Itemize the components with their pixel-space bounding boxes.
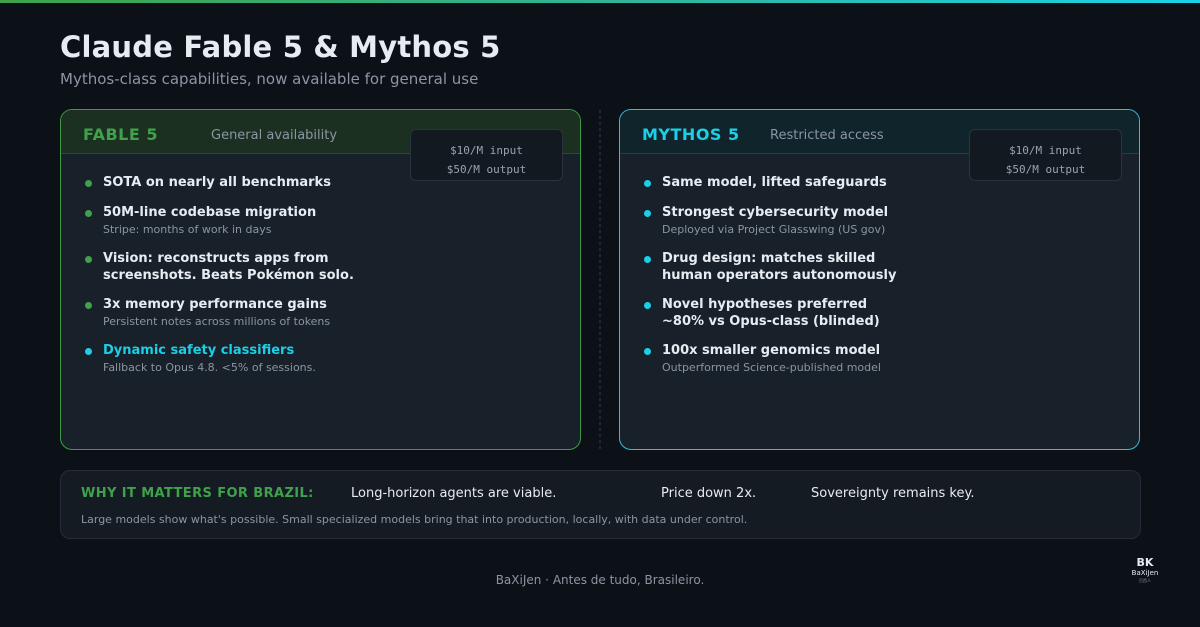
bullet-dot-icon <box>85 256 92 263</box>
mythos-card: MYTHOS 5 Restricted access $10/M input $… <box>619 109 1140 450</box>
slide: Claude Fable 5 & Mythos 5 Mythos-class c… <box>0 0 1200 627</box>
list-item: Same model, lifted safeguards <box>642 174 887 191</box>
page-title: Claude Fable 5 & Mythos 5 <box>60 30 501 64</box>
why-point: Long-horizon agents are viable. <box>351 486 557 501</box>
mythos-status: Restricted access <box>770 128 884 143</box>
fable-price-input: $10/M input <box>450 144 523 157</box>
why-it-matters-panel: WHY IT MATTERS FOR BRAZIL: Long-horizon … <box>60 470 1141 539</box>
logo-subtext: 巴西人 <box>1139 578 1151 583</box>
item-subtitle: Fallback to Opus 4.8. <5% of sessions. <box>103 361 316 374</box>
item-title: SOTA on nearly all benchmarks <box>103 175 331 190</box>
list-item: Drug design: matches skilled human opera… <box>642 250 896 284</box>
footer-tagline: BaXiJen · Antes de tudo, Brasileiro. <box>495 573 705 587</box>
fable-card: FABLE 5 General availability $10/M input… <box>60 109 581 450</box>
page-subtitle: Mythos-class capabilities, now available… <box>60 70 479 88</box>
fable-price-output: $50/M output <box>446 163 527 176</box>
fable-status: General availability <box>211 128 338 143</box>
item-title: Dynamic safety classifiers <box>103 343 295 358</box>
item-subtitle: Outperformed Science-published model <box>662 361 881 374</box>
bullet-dot-icon <box>644 180 651 187</box>
fable-name: FABLE 5 <box>83 125 158 144</box>
logo-mark: BK <box>1136 556 1154 569</box>
why-label: WHY IT MATTERS FOR BRAZIL: <box>81 486 314 501</box>
mythos-price-output: $50/M output <box>1005 163 1086 176</box>
bullet-dot-icon <box>644 348 651 355</box>
fable-price-box: $10/M input $50/M output <box>410 129 563 181</box>
bullet-dot-icon <box>85 348 92 355</box>
logo-name: BaXiJen <box>1131 569 1159 577</box>
baxijen-logo: BK BaXiJen 巴西人 <box>1126 556 1164 584</box>
why-point: Sovereignty remains key. <box>811 486 975 501</box>
item-title-line: Novel hypotheses preferred <box>662 297 868 312</box>
bullet-dot-icon <box>85 302 92 309</box>
why-description: Large models show what's possible. Small… <box>81 513 748 526</box>
item-subtitle: Deployed via Project Glasswing (US gov) <box>662 223 886 236</box>
item-subtitle: Persistent notes across millions of toke… <box>103 315 331 328</box>
bullet-dot-icon <box>85 180 92 187</box>
list-item: Strongest cybersecurity model Deployed v… <box>642 204 888 237</box>
mythos-price-box: $10/M input $50/M output <box>969 129 1122 181</box>
column-divider <box>599 110 601 450</box>
bullet-dot-icon <box>644 210 651 217</box>
item-title: Strongest cybersecurity model <box>662 205 889 220</box>
list-item: 3x memory performance gains Persistent n… <box>83 296 330 329</box>
item-title: 3x memory performance gains <box>103 297 327 312</box>
list-item: 50M-line codebase migration Stripe: mont… <box>83 204 316 237</box>
item-title-line: human operators autonomously <box>662 268 897 283</box>
list-item: Dynamic safety classifiers Fallback to O… <box>83 342 316 375</box>
item-title-line: screenshots. Beats Pokémon solo. <box>103 268 354 283</box>
bullet-dot-icon <box>644 256 651 263</box>
list-item: Vision: reconstructs apps from screensho… <box>83 250 354 284</box>
item-title: Same model, lifted safeguards <box>662 175 887 190</box>
item-subtitle: Stripe: months of work in days <box>103 223 272 236</box>
item-title-line: ~80% vs Opus-class (blinded) <box>662 314 880 329</box>
bullet-dot-icon <box>85 210 92 217</box>
bullet-dot-icon <box>644 302 651 309</box>
list-item: 100x smaller genomics model Outperformed… <box>642 342 881 375</box>
mythos-name: MYTHOS 5 <box>642 125 740 144</box>
accent-bar <box>0 0 1200 3</box>
item-title: 100x smaller genomics model <box>662 343 881 358</box>
why-point: Price down 2x. <box>661 486 757 501</box>
item-title: 50M-line codebase migration <box>103 205 317 220</box>
list-item: Novel hypotheses preferred ~80% vs Opus-… <box>642 296 880 330</box>
list-item: SOTA on nearly all benchmarks <box>83 174 331 191</box>
item-title-line: Drug design: matches skilled <box>662 251 876 266</box>
item-title-line: Vision: reconstructs apps from <box>103 251 329 266</box>
mythos-price-input: $10/M input <box>1009 144 1082 157</box>
